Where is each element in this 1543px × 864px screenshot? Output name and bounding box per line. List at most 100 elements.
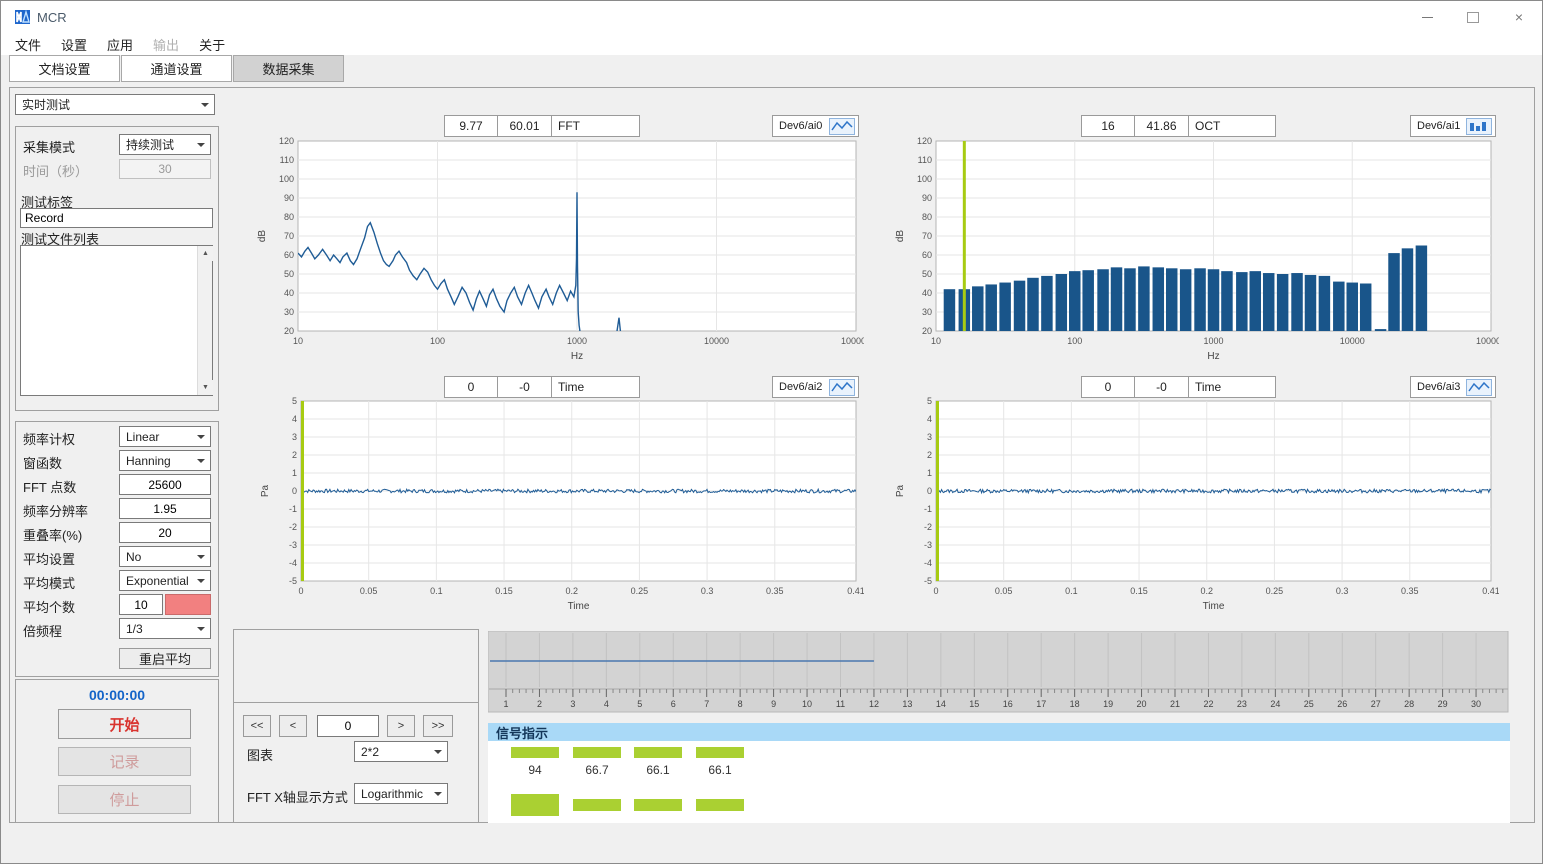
svg-text:dB: dB [257, 230, 268, 243]
svg-text:22: 22 [1203, 699, 1213, 709]
param-input-3[interactable] [119, 498, 211, 519]
stop-button: 停止 [58, 785, 191, 814]
param-value-8: 1/3 [126, 622, 143, 636]
signal-level-bar-ch3 [696, 747, 744, 758]
svg-text:26: 26 [1337, 699, 1347, 709]
line-chart-icon [829, 379, 855, 396]
cursor-line[interactable] [963, 141, 966, 331]
nav-prev-button[interactable]: < [279, 715, 307, 737]
menu-about[interactable]: 关于 [199, 35, 225, 54]
menu-apply[interactable]: 应用 [107, 35, 133, 54]
chart-layout-select[interactable]: 2*2 [354, 741, 448, 762]
param-input-7[interactable] [119, 594, 163, 615]
file-list-scrollbar[interactable]: ▲ ▼ [197, 246, 212, 395]
cursor-line[interactable] [301, 401, 304, 581]
oct-device-select[interactable]: Dev6/ai1 [1410, 115, 1496, 137]
param-select-0[interactable]: Linear [119, 426, 211, 447]
oct-chart[interactable]: 1201101009080706050403020101001000100001… [891, 136, 1499, 369]
svg-text:21: 21 [1170, 699, 1180, 709]
scroll-down-icon[interactable]: ▼ [198, 380, 213, 395]
svg-text:19: 19 [1103, 699, 1113, 709]
svg-text:Hz: Hz [571, 351, 583, 362]
menu-file[interactable]: 文件 [15, 35, 41, 54]
test-mode-select[interactable]: 实时测试 [15, 94, 215, 115]
record-timeline[interactable]: 1234567891011121314151617181920212223242… [488, 631, 1509, 713]
minimize-button[interactable] [1404, 1, 1450, 33]
svg-text:10: 10 [931, 336, 941, 346]
svg-text:0.25: 0.25 [1266, 586, 1284, 596]
param-select-1[interactable]: Hanning [119, 450, 211, 471]
svg-text:90: 90 [284, 193, 294, 203]
oct-cursor-x-value: 16 [1081, 115, 1135, 137]
app-logo-icon [14, 8, 32, 26]
svg-text:0.2: 0.2 [565, 586, 578, 596]
param-input-4[interactable] [119, 522, 211, 543]
time3-chart-type-label: Time [1188, 376, 1276, 398]
svg-text:0.3: 0.3 [1336, 586, 1349, 596]
fft-xaxis-select[interactable]: Logarithmic [354, 783, 448, 804]
svg-text:0.05: 0.05 [360, 586, 378, 596]
tab-document-settings[interactable]: 文档设置 [9, 55, 120, 82]
svg-text:10000: 10000 [1340, 336, 1365, 346]
svg-text:18: 18 [1070, 699, 1080, 709]
oct-chart-type-label: OCT [1188, 115, 1276, 137]
fft-device-select[interactable]: Dev6/ai0 [772, 115, 859, 137]
svg-text:16: 16 [1003, 699, 1013, 709]
menu-settings[interactable]: 设置 [61, 35, 87, 54]
nav-first-button[interactable]: << [243, 715, 271, 737]
time-chart-ai2[interactable]: 543210-1-2-3-4-500.050.10.150.20.250.30.… [256, 396, 864, 619]
fft-chart[interactable]: 1201101009080706050403020101001000100001… [253, 136, 864, 369]
bar-chart-icon [1466, 118, 1492, 135]
tab-channel-settings[interactable]: 通道设置 [121, 55, 232, 82]
nav-next-button[interactable]: > [387, 715, 415, 737]
fft-device-name: Dev6/ai0 [779, 120, 822, 132]
scroll-up-icon[interactable]: ▲ [198, 246, 213, 261]
svg-text:3: 3 [292, 432, 297, 442]
nav-index-input[interactable] [317, 715, 379, 737]
time2-device-select[interactable]: Dev6/ai2 [772, 376, 859, 398]
param-label-8: 倍频程 [23, 621, 62, 640]
svg-text:0: 0 [292, 486, 297, 496]
param-label-2: FFT 点数 [23, 477, 76, 496]
tab-data-acquisition[interactable]: 数据采集 [233, 55, 344, 82]
svg-text:0: 0 [298, 586, 303, 596]
param-input-2[interactable] [119, 474, 211, 495]
chart-layout-label: 图表 [247, 745, 273, 764]
param-select-6[interactable]: Exponential [119, 570, 211, 591]
param-select-5[interactable]: No [119, 546, 211, 567]
time3-cursor-y-value: -0 [1134, 376, 1189, 398]
param-select-8[interactable]: 1/3 [119, 618, 211, 639]
svg-text:-3: -3 [924, 540, 932, 550]
svg-text:30: 30 [922, 307, 932, 317]
signal-level-bar-ch0 [511, 747, 559, 758]
svg-text:40: 40 [922, 288, 932, 298]
time-chart-ai3[interactable]: 543210-1-2-3-4-500.050.10.150.20.250.30.… [891, 396, 1499, 619]
svg-text:90: 90 [922, 193, 932, 203]
svg-text:5: 5 [927, 396, 932, 406]
test-tag-input[interactable] [20, 208, 213, 228]
close-button[interactable]: × [1496, 1, 1542, 33]
cursor-line[interactable] [936, 401, 939, 581]
acq-mode-select[interactable]: 持续测试 [119, 134, 211, 155]
svg-text:4: 4 [604, 699, 609, 709]
svg-text:27: 27 [1371, 699, 1381, 709]
test-file-list[interactable]: ▲ ▼ [20, 245, 213, 396]
svg-text:0.15: 0.15 [1130, 586, 1148, 596]
svg-text:1: 1 [927, 468, 932, 478]
svg-text:100: 100 [1067, 336, 1082, 346]
maximize-button[interactable] [1450, 1, 1496, 33]
svg-text:70: 70 [922, 231, 932, 241]
svg-text:50: 50 [284, 269, 294, 279]
time3-device-select[interactable]: Dev6/ai3 [1410, 376, 1496, 398]
param-value-1: Hanning [126, 454, 171, 468]
svg-text:dB: dB [895, 230, 906, 243]
svg-text:11: 11 [836, 699, 845, 709]
svg-text:1: 1 [292, 468, 297, 478]
start-button[interactable]: 开始 [58, 709, 191, 739]
restart-average-button[interactable]: 重启平均 [119, 648, 211, 669]
svg-text:120: 120 [279, 136, 294, 146]
svg-text:10000: 10000 [704, 336, 729, 346]
svg-text:Hz: Hz [1207, 351, 1219, 362]
nav-last-button[interactable]: >> [423, 715, 453, 737]
svg-text:12: 12 [869, 699, 879, 709]
